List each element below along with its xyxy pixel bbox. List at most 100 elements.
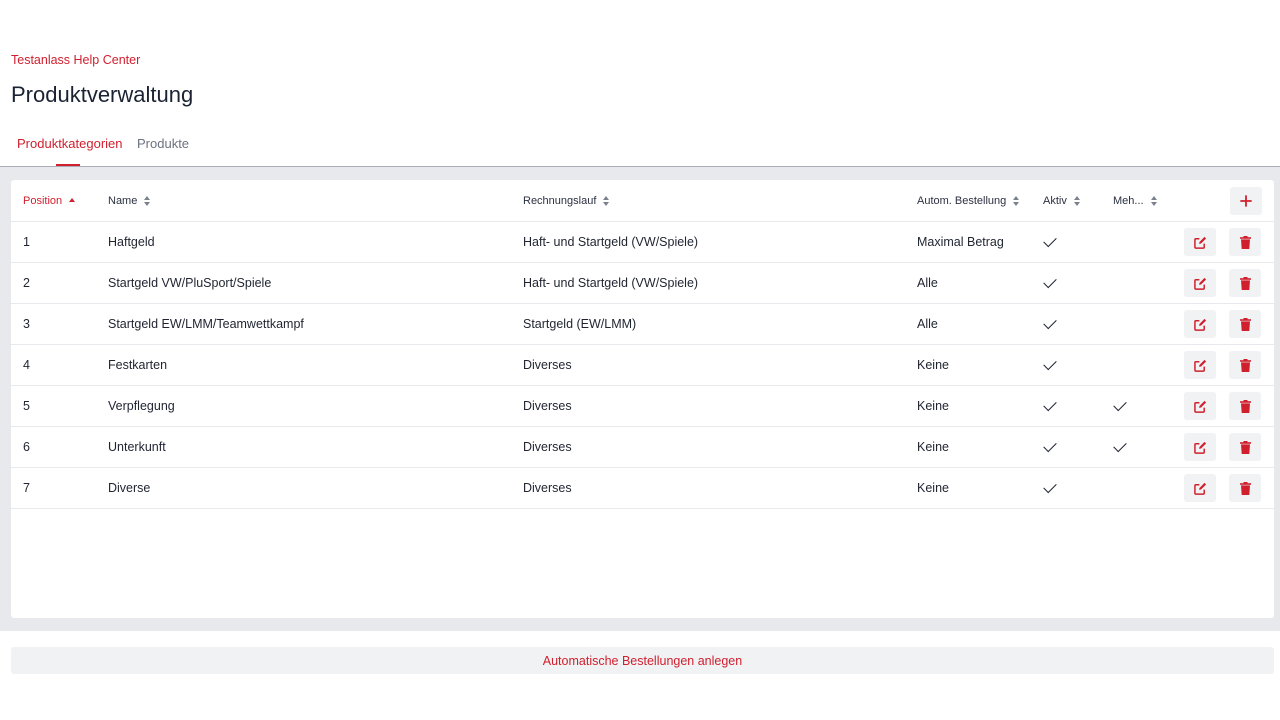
add-category-button[interactable] [1230,187,1262,215]
check-icon [1043,438,1057,453]
cell-name: Startgeld VW/PluSport/Spiele [108,276,272,290]
cell-aktiv [1043,263,1057,303]
check-icon [1043,356,1057,371]
cell-rechnungslauf: Haft- und Startgeld (VW/Spiele) [523,235,699,249]
cell-rechnungslauf: Haft- und Startgeld (VW/Spiele) [523,276,699,290]
delete-button[interactable] [1229,351,1261,379]
delete-button[interactable] [1229,310,1261,338]
column-header-mehrfach[interactable]: Meh... [1113,180,1157,221]
column-header-autom-bestellung[interactable]: Autom. Bestellung [917,180,1020,221]
cell-position: 4 [23,358,30,372]
create-automatic-orders-button[interactable]: Automatische Bestellungen anlegen [11,647,1274,674]
trash-icon [1239,276,1251,290]
edit-icon [1193,277,1206,290]
cell-position: 7 [23,481,30,495]
check-icon [1113,438,1127,453]
delete-button[interactable] [1229,269,1261,297]
edit-button[interactable] [1184,474,1216,502]
cell-rechnungslauf: Startgeld (EW/LMM) [523,317,637,331]
cell-autom-bestellung: Keine [917,481,949,495]
table-row: 2 Startgeld VW/PluSport/Spiele Haft- und S… [11,263,1274,304]
table-row: 7 Diverse Diverses Keine [11,468,1274,509]
cell-autom-bestellung: Keine [917,440,949,454]
edit-icon [1193,482,1206,495]
column-header-position[interactable]: Position [23,180,76,221]
cell-aktiv [1043,304,1057,344]
edit-button[interactable] [1184,269,1216,297]
column-header-label: Meh... [1113,194,1144,207]
sort-icon [1150,195,1157,206]
cell-position: 6 [23,440,30,454]
active-tab-indicator [56,164,80,166]
cell-rechnungslauf: Diverses [523,481,572,495]
edit-icon [1193,236,1206,249]
cell-position: 1 [23,235,30,249]
sort-ascending-icon [69,197,76,204]
sort-icon [1073,195,1080,206]
cell-position: 5 [23,399,30,413]
edit-button[interactable] [1184,392,1216,420]
trash-icon [1239,317,1251,331]
edit-icon [1193,400,1206,413]
tab-produkte[interactable]: Produkte [137,136,189,151]
cell-aktiv [1043,222,1057,262]
cell-autom-bestellung: Keine [917,399,949,413]
column-header-aktiv[interactable]: Aktiv [1043,180,1080,221]
sort-icon [603,195,610,206]
edit-button[interactable] [1184,228,1216,256]
column-header-name[interactable]: Name [108,180,151,221]
column-header-rechnungslauf[interactable]: Rechnungslauf [523,180,610,221]
cell-name: Festkarten [108,358,168,372]
trash-icon [1239,481,1251,495]
trash-icon [1239,399,1251,413]
trash-icon [1239,440,1251,454]
cell-name: Verpflegung [108,399,175,413]
page-title: Produktverwaltung [11,82,194,107]
table-row: 5 Verpflegung Diverses Keine [11,386,1274,427]
cell-mehrfach [1113,427,1127,467]
edit-button[interactable] [1184,433,1216,461]
cell-autom-bestellung: Alle [917,317,938,331]
delete-button[interactable] [1229,474,1261,502]
trash-icon [1239,235,1251,249]
tab-produktkategorien[interactable]: Produktkategorien [17,136,123,151]
cell-rechnungslauf: Diverses [523,440,572,454]
table-header-row: Position Name Rechnungslauf Autom. Beste… [11,180,1274,222]
column-header-label: Autom. Bestellung [917,194,1007,207]
table-row: 4 Festkarten Diverses Keine [11,345,1274,386]
delete-button[interactable] [1229,433,1261,461]
breadcrumb[interactable]: Testanlass Help Center [11,53,140,67]
edit-icon [1193,441,1206,454]
table-row: 1 Haftgeld Haft- und Startgeld (VW/Spiele)… [11,222,1274,263]
check-icon [1043,233,1057,248]
check-icon [1043,397,1057,412]
cell-autom-bestellung: Keine [917,358,949,372]
edit-icon [1193,359,1206,372]
cell-rechnungslauf: Diverses [523,399,572,413]
sort-icon [1013,195,1020,206]
tab-bar: Produktkategorien Produkte [0,126,1280,167]
column-header-label: Name [108,194,138,207]
cell-position: 3 [23,317,30,331]
table-row: 3 Startgeld EW/LMM/Teamwettkampf Startgeld… [11,304,1274,345]
edit-button[interactable] [1184,351,1216,379]
cell-position: 2 [23,276,30,290]
column-header-label: Rechnungslauf [523,194,597,207]
cell-autom-bestellung: Maximal Betrag [917,235,1004,249]
cell-aktiv [1043,468,1057,508]
delete-button[interactable] [1229,228,1261,256]
cell-aktiv [1043,427,1057,467]
cell-name: Startgeld EW/LMM/Teamwettkampf [108,317,304,331]
cell-autom-bestellung: Alle [917,276,938,290]
check-icon [1113,397,1127,412]
check-icon [1043,479,1057,494]
sort-icon [144,195,151,206]
column-header-label: Position [23,194,63,207]
delete-button[interactable] [1229,392,1261,420]
edit-button[interactable] [1184,310,1216,338]
cell-name: Diverse [108,481,151,495]
product-category-table: Position Name Rechnungslauf Autom. Beste… [11,180,1274,618]
cell-mehrfach [1113,386,1127,426]
plus-icon [1240,195,1252,207]
trash-icon [1239,358,1251,372]
